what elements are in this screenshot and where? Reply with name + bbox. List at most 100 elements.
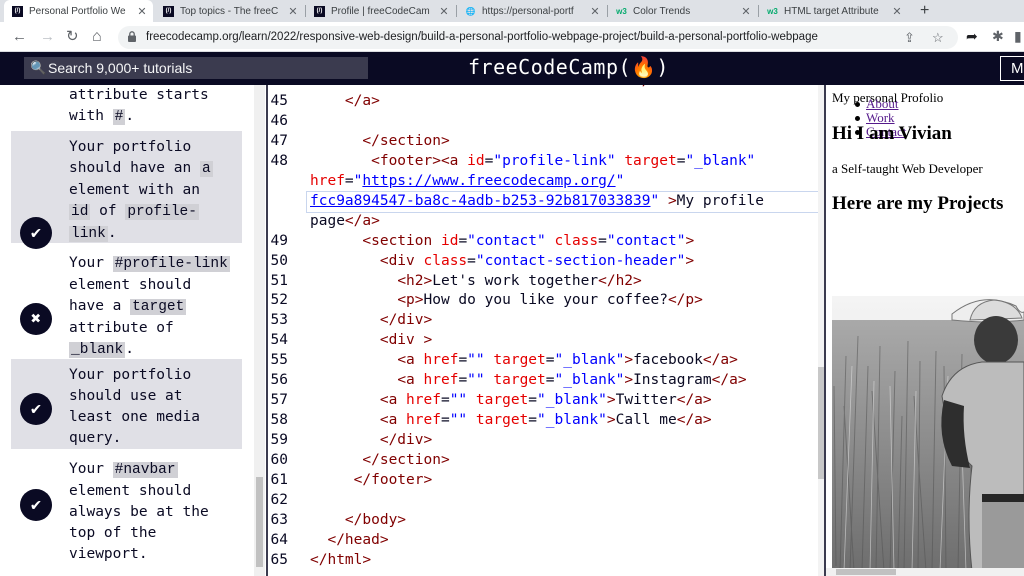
code-line[interactable]: </div> bbox=[310, 312, 432, 328]
preview-pane: My personal Profolio About Work Contact … bbox=[826, 85, 1024, 576]
tab-title: HTML target Attribute bbox=[784, 5, 879, 17]
line-number: 56 bbox=[270, 372, 288, 389]
inline-code: _blank bbox=[69, 342, 126, 358]
tab-separator bbox=[607, 5, 608, 17]
code-line[interactable]: <a href="" target="_blank">Twitter</a> bbox=[310, 392, 712, 408]
line-number: 48 bbox=[270, 152, 288, 169]
tab-title: https://personal-portf bbox=[482, 5, 574, 17]
address-bar[interactable]: freecodecamp.org/learn/2022/responsive-w… bbox=[118, 26, 958, 49]
code-line[interactable]: <a href="" target="_blank">Call me</a> bbox=[310, 412, 712, 428]
line-number: 44 bbox=[268, 85, 288, 89]
code-line[interactable]: <h2>Let's work together</h2> bbox=[310, 273, 641, 289]
scrollbar-thumb[interactable] bbox=[836, 569, 896, 575]
tab-separator bbox=[456, 5, 457, 17]
code-line[interactable]: page</a> bbox=[310, 213, 380, 229]
inline-code: # bbox=[112, 109, 126, 125]
new-tab-button[interactable]: + bbox=[912, 0, 932, 22]
code-line[interactable]: </section> bbox=[310, 452, 449, 468]
fcc-logo[interactable]: freeCodeCamp(🔥) bbox=[468, 55, 669, 79]
code-line[interactable]: </html> bbox=[310, 552, 371, 568]
browser-tab[interactable]: (/) Profile | freeCodeCam ✕ bbox=[306, 0, 455, 22]
code-line[interactable]: <div class="contact-section-header"> bbox=[310, 253, 694, 269]
code-line[interactable]: <a href="" target="_blank">facebook</a> bbox=[310, 352, 738, 368]
fcc-tab-icon: (/) bbox=[163, 5, 174, 17]
extensions-icon[interactable]: ✱ bbox=[992, 28, 1004, 45]
close-icon[interactable]: ✕ bbox=[588, 5, 602, 18]
preview-scrollbar[interactable] bbox=[826, 568, 1024, 576]
preview-projects-heading: Here are my Projects bbox=[832, 193, 1004, 214]
browser-tab[interactable]: (/) Top topics - The freeC ✕ bbox=[155, 0, 304, 22]
test-description: attribute starts with #. bbox=[69, 87, 209, 125]
test-panel-scrollbar[interactable] bbox=[254, 85, 265, 576]
line-number: 65 bbox=[270, 551, 288, 568]
home-icon[interactable]: ⌂ bbox=[92, 29, 102, 45]
preview-project-photo bbox=[832, 296, 1024, 571]
lock-icon bbox=[128, 31, 136, 42]
tab-title: Profile | freeCodeCam bbox=[331, 5, 430, 17]
line-number: 63 bbox=[270, 511, 288, 528]
bookmark-star-icon[interactable]: ☆ bbox=[932, 30, 944, 46]
code-line[interactable]: <a href="" target="_blank">Instagram</a> bbox=[310, 372, 746, 388]
sidebar-icon[interactable]: ▮ bbox=[1014, 28, 1022, 45]
code-line[interactable]: </section> bbox=[310, 133, 449, 149]
w3-tab-icon: w3 bbox=[767, 6, 778, 16]
browser-tab[interactable]: w3 Color Trends ✕ bbox=[608, 0, 757, 22]
test-description: Your #profile-link element should have a t… bbox=[69, 255, 230, 358]
code-line[interactable]: </footer> bbox=[310, 472, 433, 488]
code-line[interactable]: <button class="button">Show all</button> bbox=[310, 85, 711, 89]
close-icon[interactable]: ✕ bbox=[437, 5, 451, 18]
code-line[interactable]: <div > bbox=[310, 332, 432, 348]
check-icon: ✔ bbox=[20, 489, 52, 521]
search-input[interactable]: 🔍 Search 9,000+ tutorials bbox=[24, 57, 368, 79]
code-line[interactable]: <footer><a id="profile-link" target="_bl… bbox=[310, 153, 755, 169]
test-description: Your portfolio should have an a element wi… bbox=[69, 139, 213, 242]
close-icon[interactable]: ✕ bbox=[890, 5, 904, 18]
close-icon[interactable]: ✕ bbox=[739, 5, 753, 18]
menu-button[interactable]: M bbox=[1000, 56, 1024, 81]
x-icon: ✖ bbox=[20, 303, 52, 335]
line-number: 54 bbox=[270, 332, 288, 349]
line-number: 60 bbox=[270, 452, 288, 469]
browser-tab[interactable]: (/) Personal Portfolio We ✕ bbox=[4, 0, 153, 22]
preview-nav-item: About bbox=[854, 96, 906, 111]
code-line[interactable]: fcc9a894547-ba8c-4adb-b253-92b817033839"… bbox=[310, 193, 764, 209]
code-line[interactable]: href="https://www.freecodecamp.org/" bbox=[310, 173, 624, 189]
line-number: 58 bbox=[270, 412, 288, 429]
browser-tab[interactable]: 🌐 https://personal-portf ✕ bbox=[457, 0, 606, 22]
back-icon[interactable]: ← bbox=[12, 29, 27, 45]
inline-code: link bbox=[69, 226, 108, 242]
code-line[interactable]: <section id="contact" class="contact"> bbox=[310, 233, 694, 249]
scrollbar-thumb[interactable] bbox=[256, 477, 263, 567]
code-line[interactable]: </head> bbox=[310, 532, 388, 548]
line-number: 49 bbox=[270, 232, 288, 249]
code-line[interactable]: </body> bbox=[310, 512, 406, 528]
preview-heading: Hi I am Vivian bbox=[832, 123, 952, 144]
forward-icon[interactable]: → bbox=[40, 29, 55, 45]
test-description: Your #navbar element should always be at t… bbox=[69, 461, 209, 562]
code-editor[interactable]: 44 <button class="button">Show all</butt… bbox=[268, 85, 824, 576]
code-line[interactable]: <p>How do you like your coffee?</p> bbox=[310, 292, 703, 308]
code-line[interactable]: </a> bbox=[310, 93, 380, 109]
send-icon[interactable]: ➦ bbox=[966, 28, 978, 45]
line-number: 64 bbox=[270, 531, 288, 548]
test-description: Your portfolio should use at least one med… bbox=[69, 367, 200, 446]
search-icon: 🔍 bbox=[30, 60, 47, 75]
search-placeholder: Search 9,000+ tutorials bbox=[48, 60, 193, 76]
inline-code: profile- bbox=[125, 204, 199, 220]
line-number: 59 bbox=[270, 432, 288, 449]
close-icon[interactable]: ✕ bbox=[135, 5, 149, 18]
tab-title: Top topics - The freeC bbox=[180, 5, 279, 17]
line-number: 50 bbox=[270, 252, 288, 269]
share-icon[interactable]: ⇪ bbox=[904, 30, 915, 46]
preview-nav-link-about[interactable]: About bbox=[866, 96, 899, 111]
fcc-navbar: 🔍 Search 9,000+ tutorials freeCodeCamp(🔥… bbox=[0, 52, 1024, 85]
line-number: 45 bbox=[270, 92, 288, 109]
browser-toolbar: ← → ↻ ⌂ freecodecamp.org/learn/2022/resp… bbox=[0, 22, 1024, 52]
close-icon[interactable]: ✕ bbox=[286, 5, 300, 18]
browser-tab[interactable]: w3 HTML target Attribute ✕ bbox=[759, 0, 908, 22]
line-number: 51 bbox=[270, 272, 288, 289]
reload-icon[interactable]: ↻ bbox=[66, 29, 79, 45]
fcc-tab-icon: (/) bbox=[12, 5, 23, 17]
test-item: Your portfolio should use at least one med… bbox=[11, 359, 242, 449]
code-line[interactable]: </div> bbox=[310, 432, 432, 448]
